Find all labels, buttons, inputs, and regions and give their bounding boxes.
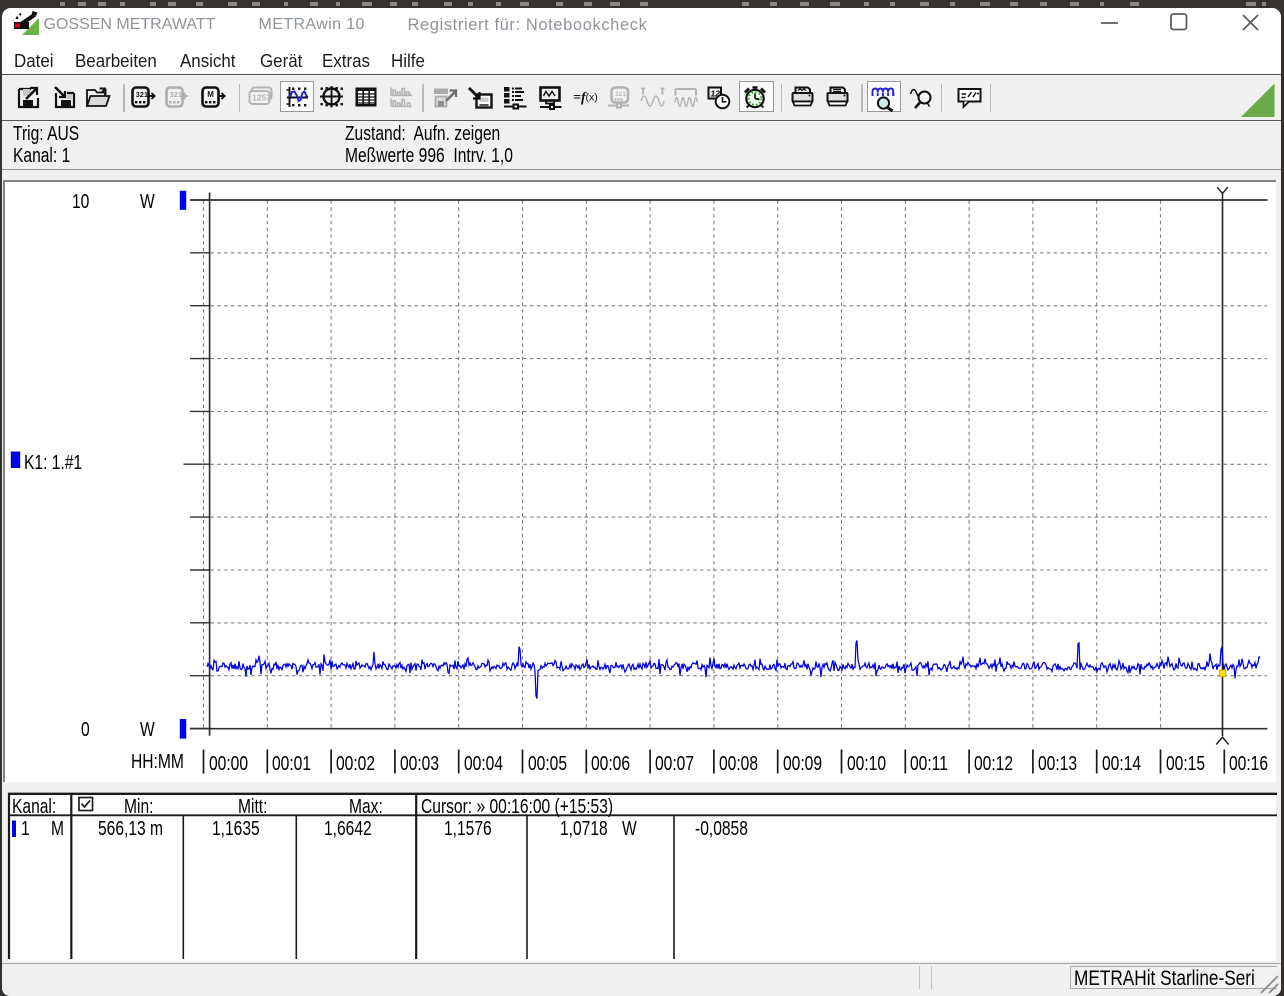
svg-text:321: 321	[169, 90, 182, 99]
svg-text:M: M	[207, 90, 214, 99]
svg-text:321: 321	[135, 90, 148, 99]
svg-text:1257: 1257	[252, 93, 271, 103]
svg-text:321: 321	[615, 91, 626, 98]
svg-text:(x): (x)	[585, 92, 597, 104]
